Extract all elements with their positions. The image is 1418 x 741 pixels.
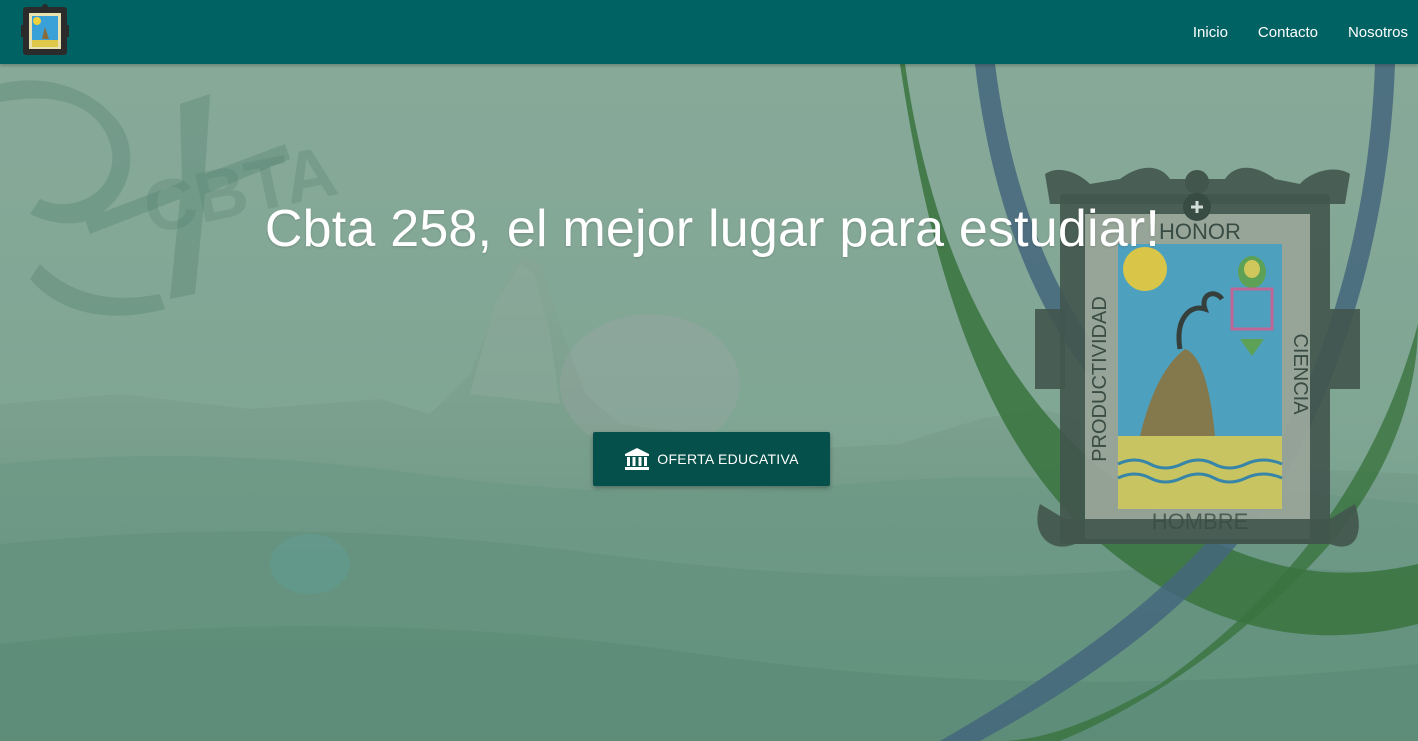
oferta-educativa-button[interactable]: OFERTA EDUCATIVA (593, 432, 830, 486)
nav-link-inicio[interactable]: Inicio (1193, 24, 1228, 41)
hero-section: CBTA HONOR HOMBRE PRODUCTIVIDAD CIENCIA … (0, 64, 1418, 741)
hero-title: Cbta 258, el mejor lugar para estudiar! (264, 200, 1161, 258)
hero-background-image: CBTA HONOR HOMBRE PRODUCTIVIDAD CIENCIA (0, 64, 1418, 741)
oferta-educativa-label: OFERTA EDUCATIVA (657, 451, 799, 467)
nav-link-nosotros[interactable]: Nosotros (1348, 24, 1408, 41)
institution-icon (625, 448, 650, 470)
navbar: Inicio Contacto Nosotros (0, 0, 1418, 64)
school-crest-icon[interactable] (20, 3, 70, 59)
nav-link-contacto[interactable]: Contacto (1258, 24, 1318, 41)
page: Inicio Contacto Nosotros CBTA HONOR HOMB… (0, 0, 1418, 741)
nav-links: Inicio Contacto Nosotros (1163, 0, 1408, 64)
